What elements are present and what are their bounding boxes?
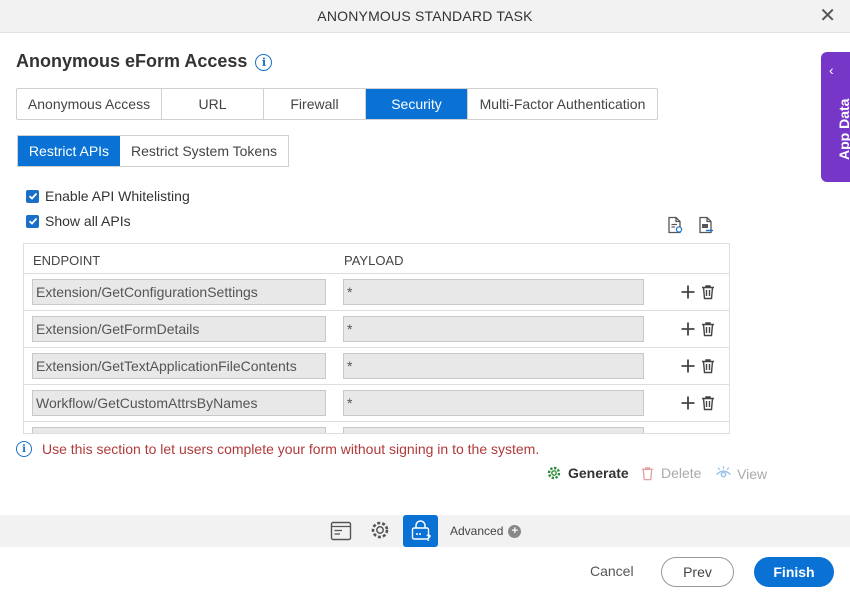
table-row: Workflow/GetCustomAttrsByNames * [24,385,729,422]
enable-whitelisting-row: Enable API Whitelisting [26,188,190,204]
prev-button[interactable]: Prev [661,557,734,587]
tab-label: Multi-Factor Authentication [479,96,646,112]
subtab-restrict-apis[interactable]: Restrict APIs [18,136,120,166]
settings-icon[interactable] [369,519,391,546]
delete-button[interactable]: Delete [640,465,701,481]
enable-whitelisting-checkbox[interactable] [26,189,39,203]
chevron-left-icon: ‹ [829,62,834,78]
section-heading: Anonymous eForm Access i [16,51,273,72]
note-text: Use this section to let users complete y… [42,441,540,457]
trash-icon[interactable] [700,395,716,411]
api-grid: ENDPOINT PAYLOAD Extension/GetConfigurat… [23,243,730,434]
payload-field[interactable]: * [343,353,644,379]
row-actions [680,284,716,300]
endpoint-field[interactable]: Extension/GetTextApplicationFileContents [32,353,326,379]
security-toolbar-icon[interactable]: ? [403,515,438,547]
subtab-label: Restrict System Tokens [130,143,277,159]
gear-icon [547,466,561,480]
import-document-icon[interactable] [697,216,715,239]
tab-multi-factor-authentication[interactable]: Multi-Factor Authentication [468,89,657,119]
form-icon[interactable] [330,520,352,547]
view-button[interactable]: View [715,465,767,482]
payload-field[interactable]: * [343,316,644,342]
subtab-bar: Restrict APIs Restrict System Tokens [17,135,289,167]
endpoint-field[interactable] [32,427,326,433]
add-icon[interactable] [680,284,696,300]
prev-label: Prev [683,564,712,580]
dialog-title: ANONYMOUS STANDARD TASK [317,8,533,24]
table-row-partial [24,422,729,433]
info-icon[interactable]: i [255,54,273,71]
tab-bar: Anonymous Access URL Firewall Security M… [16,88,658,120]
row-actions [680,395,716,411]
view-icon [716,466,731,478]
tab-security[interactable]: Security [366,89,468,119]
info-icon: i [16,441,32,457]
table-row: Extension/GetFormDetails * [24,311,729,348]
export-document-icon[interactable] [666,216,684,239]
app-data-panel-toggle[interactable]: ‹ App Data [821,52,850,182]
tab-label: URL [198,96,227,112]
tab-anonymous-access[interactable]: Anonymous Access [17,89,162,119]
generate-label: Generate [568,465,629,481]
page-title: Anonymous eForm Access [16,51,248,71]
endpoint-field[interactable]: Workflow/GetCustomAttrsByNames [32,390,326,416]
trash-icon [641,466,654,480]
tab-label: Security [391,96,442,112]
row-actions [680,321,716,337]
payload-column-header: PAYLOAD [344,253,404,268]
payload-field[interactable]: * [343,390,644,416]
tab-firewall[interactable]: Firewall [264,89,366,119]
table-row: Extension/GetTextApplicationFileContents… [24,348,729,385]
advanced-label: Advanced [450,524,504,538]
show-all-apis-label: Show all APIs [45,213,131,229]
show-all-apis-checkbox[interactable] [26,214,39,228]
tab-label: Firewall [290,96,339,112]
close-icon[interactable]: ✕ [819,6,836,26]
payload-field[interactable] [343,427,644,433]
payload-field[interactable]: * [343,279,644,305]
info-note: i Use this section to let users complete… [16,441,539,457]
tab-url[interactable]: URL [162,89,264,119]
add-icon[interactable] [680,395,696,411]
table-row: Extension/GetConfigurationSettings * [24,274,729,311]
enable-whitelisting-label: Enable API Whitelisting [45,188,190,204]
finish-label: Finish [773,564,815,580]
advanced-toggle[interactable]: Advanced + [450,524,522,538]
app-data-label: App Data [836,98,850,160]
trash-icon[interactable] [700,284,716,300]
subtab-restrict-system-tokens[interactable]: Restrict System Tokens [120,136,288,166]
svg-text:?: ? [426,534,431,542]
endpoint-field[interactable]: Extension/GetConfigurationSettings [32,279,326,305]
dialog-titlebar: ANONYMOUS STANDARD TASK ✕ [0,0,850,33]
finish-button[interactable]: Finish [754,557,834,587]
show-all-apis-row: Show all APIs [26,213,131,229]
endpoint-column-header: ENDPOINT [33,253,101,268]
trash-icon[interactable] [700,358,716,374]
grid-header: ENDPOINT PAYLOAD [24,244,729,274]
plus-circle-icon: + [508,524,522,538]
add-icon[interactable] [680,358,696,374]
add-icon[interactable] [680,321,696,337]
trash-icon[interactable] [700,321,716,337]
delete-label: Delete [661,465,702,481]
generate-button[interactable]: Generate [546,465,629,481]
subtab-label: Restrict APIs [28,143,110,159]
endpoint-field[interactable]: Extension/GetFormDetails [32,316,326,342]
row-actions [680,358,716,374]
tab-label: Anonymous Access [27,96,151,112]
cancel-button[interactable]: Cancel [590,563,634,579]
view-label: View [737,465,768,482]
